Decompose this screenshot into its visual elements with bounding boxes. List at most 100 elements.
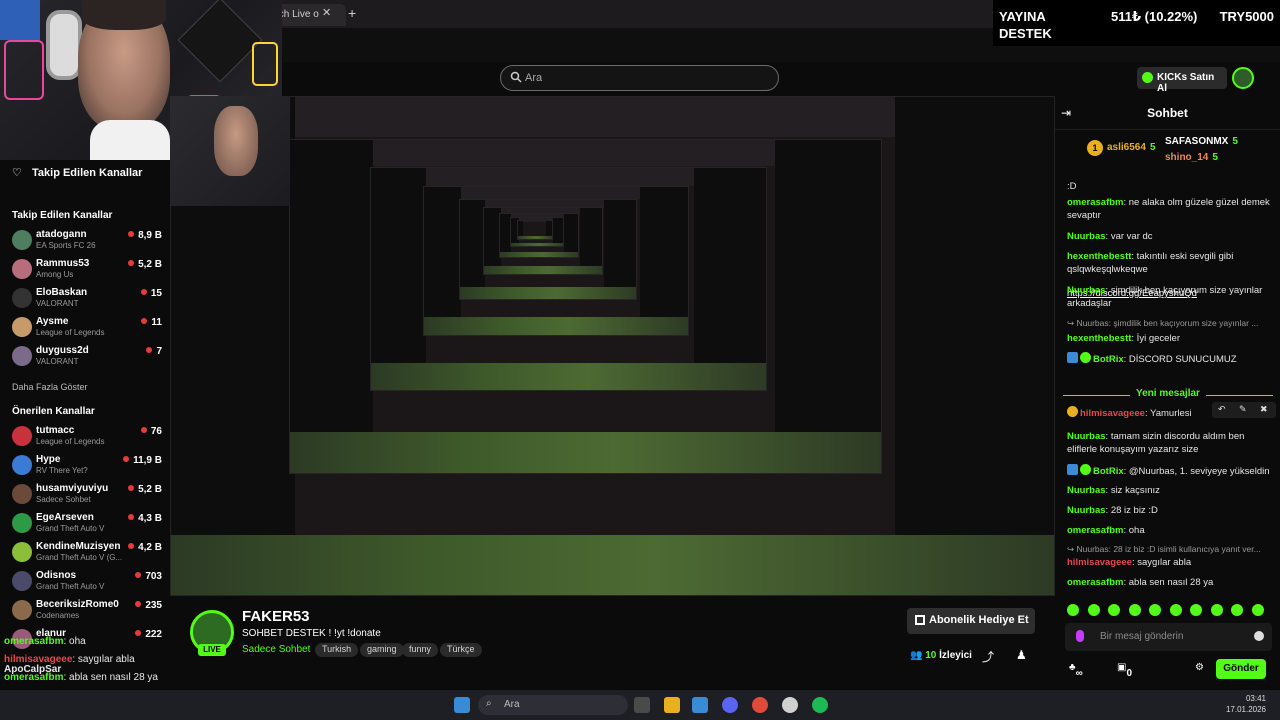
channel-category: League of Legends [36,437,105,446]
stream-category[interactable]: Sadece Sohbet [242,644,310,655]
taskbar-search[interactable]: ⌕ Ara [478,695,628,715]
windows-start-icon[interactable] [454,697,470,713]
chat-username[interactable]: hilmisavageee [1067,557,1132,568]
emote-icon[interactable] [1190,604,1202,616]
emote-icon[interactable] [1251,604,1264,616]
recommended-channel[interactable]: tutmacc League of Legends 76 [12,424,162,452]
chat-message[interactable]: :D [1067,180,1272,193]
follow-icon[interactable]: ♟ [1016,648,1030,662]
chat-username[interactable]: Nuurbas [1067,431,1106,442]
recommended-channel[interactable]: Odisnos Grand Theft Auto V 703 [12,569,162,597]
recommended-channel[interactable]: EgeArseven Grand Theft Auto V 4,3 B [12,511,162,539]
chat-username[interactable]: omerasafbm [1067,577,1124,588]
chat-input[interactable]: Bir mesaj gönderin [1065,623,1272,651]
leader-2[interactable]: SAFASONMX 5 [1165,136,1238,147]
emote-icon[interactable] [1108,604,1120,616]
followed-channel[interactable]: Rammus53 Among Us 5,2 B [12,257,162,285]
user-avatar[interactable] [1232,67,1254,89]
emote-icon[interactable] [1231,604,1243,616]
close-tab-icon[interactable]: ✕ [322,6,331,19]
recommended-channel[interactable]: BeceriksizRome0 Codenames 235 [12,598,162,626]
chat-message[interactable]: BotRix: DİSCORD SUNUCUMUZ [1067,352,1272,366]
tag-funny[interactable]: funny [402,643,439,657]
donation-amount: 511₺ (10.22%) [1111,9,1198,24]
clock[interactable]: 03:41 17.01.2026 [1226,693,1266,715]
delete-icon[interactable]: ✖ [1260,404,1268,415]
chat-message[interactable]: hexenthebestt: İyi geceler [1067,332,1272,345]
chat-username[interactable]: Nuurbas [1067,285,1106,296]
chat-message[interactable]: Nuurbas: 28 iz biz :D [1067,504,1272,517]
settings-icon[interactable]: ⚙ [1195,662,1204,673]
followed-channels-toggle[interactable]: ♡ Takip Edilen Kanallar [12,166,142,179]
emoji-icon[interactable] [1254,631,1264,641]
search-input[interactable]: Ara [500,65,779,91]
followed-section-title: Takip Edilen Kanallar [12,210,113,221]
chat-username[interactable]: Nuurbas [1067,505,1106,516]
send-button[interactable]: Gönder [1216,659,1266,679]
store-icon[interactable] [692,697,708,713]
file-explorer-icon[interactable] [664,697,680,713]
spotify-icon[interactable] [812,697,828,713]
chat-message[interactable]: omerasafbm: oha [1067,524,1272,537]
chat-username[interactable]: hexenthebestt [1067,251,1131,262]
stream-video[interactable] [170,96,1055,596]
followed-channel[interactable]: duyguss2d VALORANT 7 [12,344,162,372]
chat-message[interactable]: omerasafbm: ne alaka olm güzele güzel de… [1067,196,1272,222]
reply-preview: ↪ Nuurbas: şimdilik ben kaçıyorum size y… [1067,318,1259,328]
chat-message[interactable]: BotRix: @Nuurbas, 1. seviyeye yükseldin [1067,464,1272,478]
chat-username[interactable]: omerasafbm [1067,197,1124,208]
buy-kicks-button[interactable]: KICKs Satın Al [1137,67,1227,94]
gift-count[interactable]: ▣ 0 [1117,662,1132,679]
points-indicator[interactable]: ♣ ∞ [1069,662,1083,679]
chat-username[interactable]: BotRix [1093,466,1124,477]
tag-gaming[interactable]: gaming [360,643,404,657]
emote-icon[interactable] [1067,604,1079,616]
channel-category: Grand Theft Auto V [36,524,105,533]
chat-username[interactable]: Nuurbas [1067,485,1106,496]
recommended-channel[interactable]: KendineMuzisyen Grand Theft Auto V (G... 4… [12,540,162,568]
emote-icon[interactable] [1210,604,1223,616]
tag-turkish[interactable]: Turkish [315,643,359,657]
channel-name[interactable]: FAKER53 [242,608,310,625]
viewer-count: 703 [135,571,162,582]
obs-icon[interactable] [782,697,798,713]
pin-icon[interactable]: ✎ [1239,404,1247,415]
message-actions: ↶ ✎ ✖ [1212,402,1276,418]
leader-1[interactable]: asli6564 5 [1107,142,1156,153]
task-view-icon[interactable] [634,697,650,713]
emote-icon[interactable] [1128,604,1141,616]
emote-icon[interactable] [1149,604,1161,616]
reply-icon[interactable]: ↶ [1218,404,1226,415]
chat-message[interactable]: hexenthebestt: takıntılı eski sevgili gi… [1067,250,1272,276]
gift-subscription-button[interactable]: Abonelik Hediye Et [907,608,1035,634]
discord-icon[interactable] [722,697,738,713]
chat-username[interactable]: Nuurbas [1067,231,1106,242]
followed-channel[interactable]: Aysme League of Legends 11 [12,315,162,343]
show-more-link[interactable]: Daha Fazla Göster [12,382,88,392]
channel-avatar [12,346,32,366]
tag-turkce[interactable]: Türkçe [440,643,482,657]
chat-username[interactable]: omerasafbm [1067,525,1124,536]
stream-title: SOHBET DESTEK ! !yt !donate [242,628,381,639]
followed-channel[interactable]: EloBaskan VALORANT 15 [12,286,162,314]
chat-username[interactable]: BotRix [1093,354,1124,365]
viewer-count: 7 [146,346,162,357]
chat-message[interactable]: Nuurbas: siz kaçsınız [1067,484,1272,497]
channel-category: VALORANT [36,299,79,308]
chat-message[interactable]: Nuurbas: şimdilik ben kaçıyorum size yay… [1067,284,1272,310]
leader-3[interactable]: shino_14 5 [1165,152,1218,163]
recommended-channel[interactable]: Hype RV There Yet? 11,9 B [12,453,162,481]
recommended-channel[interactable]: husamviyuviyu Sadece Sohbet 5,2 B [12,482,162,510]
emote-icon[interactable] [1169,604,1182,616]
channel-avatar [12,317,32,337]
chat-message[interactable]: Nuurbas: tamam sizin discordu aldım ben … [1067,430,1272,456]
chat-message[interactable]: omerasafbm: abla sen nasıl 28 ya [1067,576,1272,589]
chat-message[interactable]: hilmisavageee: saygılar abla [1067,556,1272,569]
chrome-icon[interactable] [752,697,768,713]
new-tab-icon[interactable]: + [348,5,356,21]
followed-channel[interactable]: atadogann EA Sports FC 26 8,9 B [12,228,162,256]
chat-message[interactable]: Nuurbas: var var dc [1067,230,1272,243]
chat-username[interactable]: hexenthebestt [1067,333,1131,344]
share-icon[interactable]: ⤴ [982,648,996,664]
emote-icon[interactable] [1087,604,1100,616]
